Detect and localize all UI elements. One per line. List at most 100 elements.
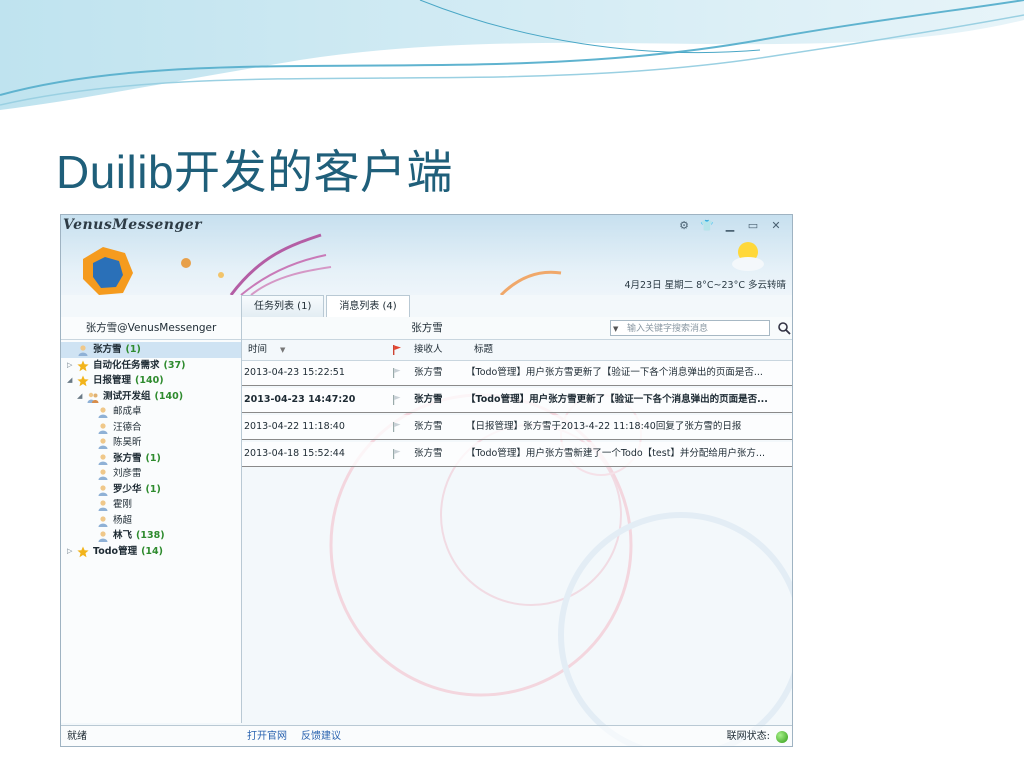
collapse-arrow-icon[interactable]: ◢ (67, 373, 72, 389)
tree-node[interactable]: 张方雪 (1) (61, 342, 241, 358)
message-subject: 【Todo管理】用户张方雪更新了【验证一下各个消息弹出的页面是否... (466, 367, 763, 378)
tree-node[interactable]: 罗少华 (1) (61, 482, 241, 498)
message-panel: 张方雪 ▼ 输入关键字搜索消息 时间 ▼ 接收人 标题 2013-04-23 1… (242, 317, 792, 723)
window-header: VenusMessenger ⚙ 👕 ▁ ▭ ✕ 4月23日 星期二 8°C~2… (61, 215, 792, 295)
slide-header-decoration (0, 0, 1024, 110)
app-window: VenusMessenger ⚙ 👕 ▁ ▭ ✕ 4月23日 星期二 8°C~2… (60, 214, 793, 747)
user-icon (97, 422, 109, 434)
tree-node-label: 邮成卓 (113, 406, 142, 417)
message-row[interactable]: 2013-04-23 15:22:51 张方雪 【Todo管理】用户张方雪更新了【验… (242, 361, 792, 386)
tree-node[interactable]: 汪德合 (61, 420, 241, 436)
flag-icon[interactable] (392, 422, 402, 432)
network-status-icon (776, 731, 788, 743)
window-controls: ⚙ 👕 ▁ ▭ ✕ (674, 218, 786, 234)
tab-task-list[interactable]: 任务列表 (1) (241, 295, 325, 317)
tree-node[interactable]: 陈昊昕 (61, 435, 241, 451)
tab-bar: 任务列表 (1) 消息列表 (4) (241, 295, 412, 317)
message-recipient: 张方雪 (414, 367, 443, 378)
search-icon[interactable] (777, 321, 791, 335)
tree-node[interactable]: ◢ 测试开发组 (140) (61, 389, 241, 405)
open-website-link[interactable]: 打开官网 (247, 726, 287, 746)
tree-node-label: 测试开发组 (103, 390, 151, 402)
tree-node-label: 杨超 (113, 514, 133, 526)
column-recipient[interactable]: 接收人 (414, 340, 443, 360)
message-time: 2013-04-23 14:47:20 (244, 394, 356, 405)
tree-node[interactable]: 杨超 (61, 513, 241, 529)
message-row[interactable]: 2013-04-22 11:18:40 张方雪 【日报管理】张方雪于2013-4-2… (242, 415, 792, 440)
tree-node-count: (1) (145, 483, 161, 495)
tree-node[interactable]: 张方雪 (1) (61, 451, 241, 467)
user-icon (97, 499, 109, 511)
tree-node-count: (1) (145, 452, 161, 464)
tree-node[interactable]: ◢ 日报管理 (140) (61, 373, 241, 389)
expand-arrow-icon[interactable]: ▷ (67, 544, 72, 560)
message-time: 2013-04-22 11:18:40 (244, 421, 345, 432)
collapse-arrow-icon[interactable]: ◢ (77, 389, 82, 405)
column-subject[interactable]: 标题 (474, 340, 493, 360)
search-input[interactable]: ▼ 输入关键字搜索消息 (610, 320, 770, 336)
tree-node-label: 汪德合 (113, 421, 142, 433)
user-icon (97, 515, 109, 527)
user-icon (77, 344, 89, 356)
contact-tree: 张方雪 (1) ▷ 自动化任务需求 (37) ◢ 日报管理 (140) ◢ 测试开发组 (140) 邮… (61, 340, 241, 559)
tree-node-label: 张方雪 (93, 344, 122, 355)
expand-arrow-icon[interactable]: ▷ (67, 358, 72, 374)
message-panel-title: 张方雪 (411, 322, 443, 334)
user-icon (97, 468, 109, 480)
message-row[interactable]: 2013-04-23 14:47:20 张方雪 【Todo管理】用户张方雪更新了【验… (242, 388, 792, 413)
gear-icon[interactable]: ⚙ (674, 218, 694, 234)
star-icon (77, 360, 89, 372)
tree-node-label: Todo管理 (93, 545, 138, 557)
tree-node-label: 霍刚 (113, 499, 133, 510)
user-icon (97, 453, 109, 465)
tree-node[interactable]: 刘彦雷 (61, 466, 241, 482)
sort-chevron-down-icon[interactable]: ▼ (280, 340, 285, 360)
contact-tree-panel: 张方雪@VenusMessenger 张方雪 (1) ▷ 自动化任务需求 (37) ◢ 日报… (61, 317, 242, 723)
message-recipient: 张方雪 (414, 448, 443, 459)
user-icon (97, 530, 109, 542)
tree-node[interactable]: 林飞 (138) (61, 528, 241, 544)
search-dropdown-icon[interactable]: ▼ (613, 321, 618, 337)
weather-sun-cloud-icon (732, 242, 764, 271)
tree-node-count: (37) (163, 359, 186, 371)
message-time: 2013-04-18 15:52:44 (244, 448, 345, 459)
status-bar: 就绪 打开官网 反馈建议 联网状态: (61, 725, 792, 746)
user-icon (97, 406, 109, 418)
message-subject: 【Todo管理】用户张方雪新建了一个Todo【test】并分配给用户张方... (466, 448, 765, 459)
tree-node-count: (140) (135, 375, 164, 386)
flag-icon[interactable] (392, 368, 402, 378)
app-name: VenusMessenger (63, 217, 203, 233)
tree-node[interactable]: 邮成卓 (61, 404, 241, 420)
tree-node-count: (138) (136, 530, 165, 541)
tree-node[interactable]: ▷ 自动化任务需求 (37) (61, 358, 241, 374)
tree-node-label: 张方雪 (113, 452, 142, 464)
message-subject: 【日报管理】张方雪于2013-4-22 11:18:40回复了张方雪的日报 (466, 421, 742, 432)
shirt-icon[interactable]: 👕 (697, 218, 717, 234)
maximize-icon[interactable]: ▭ (743, 218, 763, 234)
close-icon[interactable]: ✕ (766, 218, 786, 234)
feedback-link[interactable]: 反馈建议 (301, 726, 341, 746)
tree-node-count: (1) (125, 344, 141, 355)
group-icon (87, 391, 99, 403)
tree-node-label: 刘彦雷 (113, 468, 142, 479)
tree-node-label: 日报管理 (93, 375, 132, 386)
column-time[interactable]: 时间 (248, 340, 267, 360)
tree-node[interactable]: 霍刚 (61, 497, 241, 513)
tree-node[interactable]: ▷ Todo管理 (14) (61, 544, 241, 560)
flag-icon[interactable] (392, 345, 402, 355)
message-table-header: 时间 ▼ 接收人 标题 (242, 340, 792, 361)
slide-title: Duilib开发的客户端 (56, 146, 454, 198)
tree-node-label: 陈昊昕 (113, 437, 142, 448)
flag-icon[interactable] (392, 449, 402, 459)
minimize-icon[interactable]: ▁ (720, 218, 740, 234)
tree-node-count: (14) (141, 545, 163, 557)
message-row[interactable]: 2013-04-18 15:52:44 张方雪 【Todo管理】用户张方雪新建了一个… (242, 442, 792, 467)
user-icon (97, 437, 109, 449)
star-icon (77, 375, 89, 387)
message-recipient: 张方雪 (414, 394, 443, 405)
message-subject: 【Todo管理】用户张方雪更新了【验证一下各个消息弹出的页面是否... (466, 394, 768, 405)
user-icon (97, 484, 109, 496)
message-list: 2013-04-23 15:22:51 张方雪 【Todo管理】用户张方雪更新了【验… (242, 361, 792, 469)
tab-message-list[interactable]: 消息列表 (4) (326, 295, 410, 317)
flag-icon[interactable] (392, 395, 402, 405)
